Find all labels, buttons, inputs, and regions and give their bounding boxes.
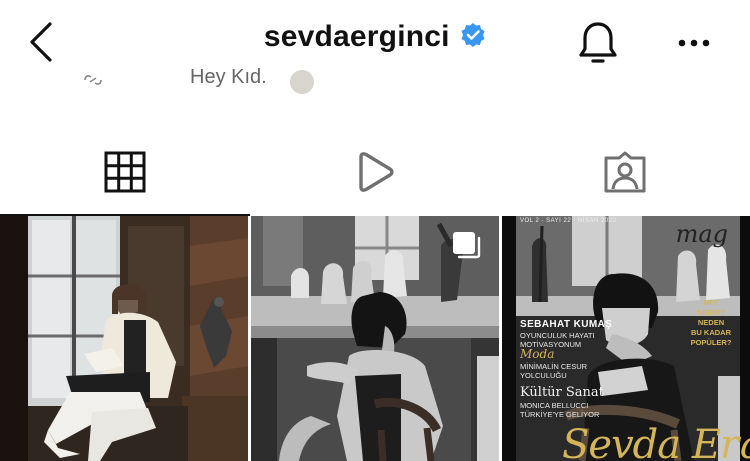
profile-tabs — [0, 128, 750, 216]
title-bar: sevdaerginci — [0, 20, 750, 54]
cover-headline-2: Moda — [520, 347, 555, 361]
play-icon — [359, 152, 394, 192]
partially-hidden-bio-row: Hey Kıd. — [0, 68, 750, 98]
cover-signature: Sevda Erginci — [562, 422, 750, 461]
cover-subline-3: MONICA BELLUCCI TÜRKİYE'YE GELİYOR — [520, 401, 599, 419]
cover-headline-1: SEBAHAT KUMAŞ — [520, 319, 613, 330]
notifications-bell-button[interactable] — [574, 18, 622, 68]
cover-headline-3: Kültür Sanat — [520, 385, 604, 400]
grid-icon — [104, 151, 146, 193]
cover-side-line-b: NEDEN — [697, 318, 725, 327]
bell-icon — [579, 22, 617, 63]
cover-subline-2a: MİNİMALİN CESUR — [520, 362, 588, 371]
cover-volume: VOL 2 · SAYI 22 · NİSAN 2022 — [520, 218, 617, 224]
tab-tagged[interactable] — [500, 128, 750, 216]
posts-grid: VOL 2 · SAYI 22 · NİSAN 2022 mag SEBAHAT… — [0, 216, 750, 461]
cover-side-line-c: BU KADAR — [691, 328, 731, 337]
post-thumbnail[interactable]: VOL 2 · SAYI 22 · NİSAN 2022 mag SEBAHAT… — [502, 216, 750, 461]
cover-subline-3a: MONICA BELLUCCI — [520, 401, 589, 410]
bio-text-peek: Hey Kıd. — [190, 68, 267, 88]
cover-subline-3b: TÜRKİYE'YE GELİYOR — [520, 410, 600, 419]
cover-side-text: NFT NEDİR? NEDEN BU KADAR POPÜLER? — [690, 298, 732, 348]
cover-masthead: mag — [675, 220, 728, 248]
cover-side-line-a: NFT NEDİR? — [697, 298, 725, 317]
tab-reels[interactable] — [250, 128, 500, 216]
carousel-icon — [453, 232, 481, 259]
more-options-button[interactable] — [672, 26, 716, 60]
post-thumbnail[interactable] — [0, 216, 248, 461]
more-horizontal-icon — [678, 39, 710, 47]
profile-username: sevdaerginci — [263, 20, 450, 53]
verified-badge-icon — [461, 23, 485, 47]
post-thumbnail[interactable] — [251, 216, 499, 461]
tab-posts[interactable] — [0, 128, 250, 216]
emoji-icon — [290, 70, 314, 94]
cover-subline-1a: OYUNCULUK HAYATI — [520, 331, 595, 340]
post-photo — [0, 216, 248, 461]
cover-subline-2: MİNİMALİN CESUR YOLCULUĞU — [520, 362, 587, 380]
cover-side-line-d: POPÜLER? — [690, 338, 732, 347]
tagged-person-icon — [604, 151, 646, 193]
link-icon — [84, 75, 102, 85]
cover-subline-2b: YOLCULUĞU — [520, 371, 567, 380]
